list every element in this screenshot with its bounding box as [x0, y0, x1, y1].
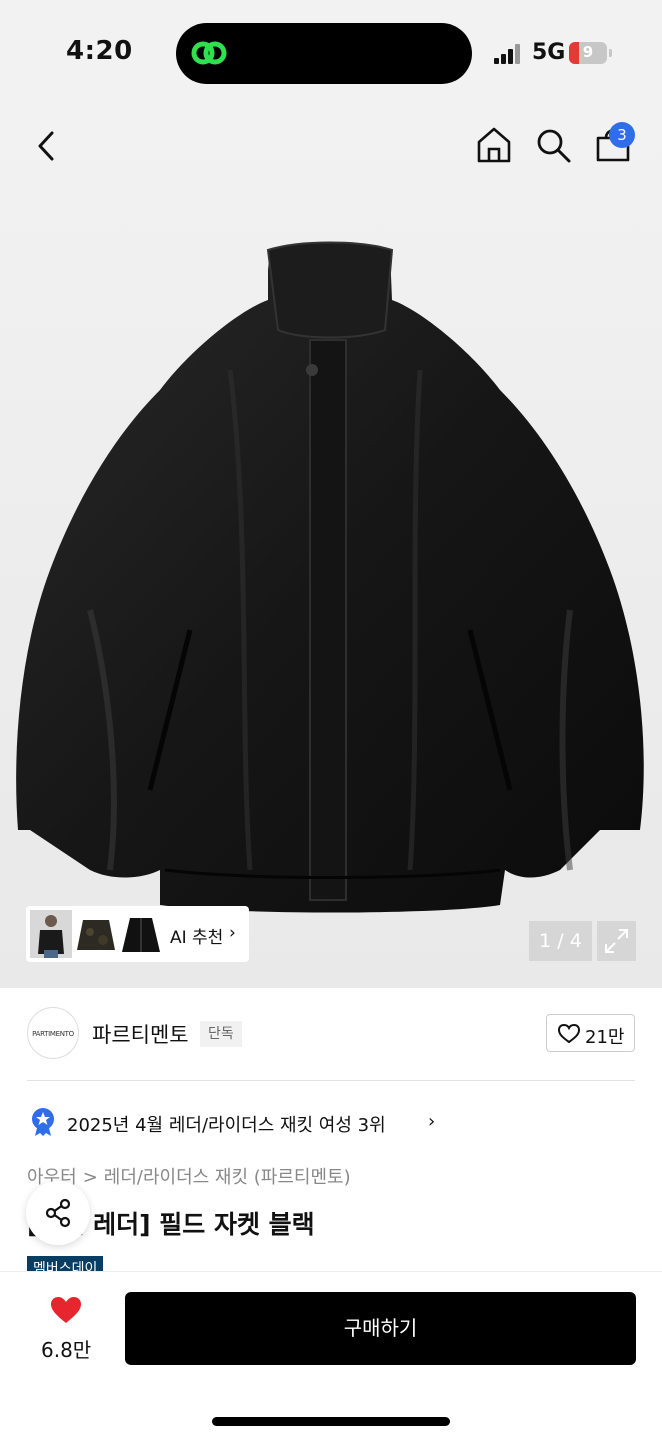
product-image[interactable]	[0, 230, 662, 920]
product-gallery[interactable]: 3 AI 추천 › 1 / 4	[0, 100, 662, 988]
clock: 4:20	[66, 36, 133, 66]
share-icon	[45, 1198, 71, 1228]
breadcrumb: 아우터 > 레더/라이더스 재킷 (파르티멘토)	[27, 1163, 351, 1189]
image-pager: 1 / 4	[529, 921, 592, 961]
bottom-action-bar: 6.8만 구매하기	[0, 1271, 662, 1440]
dynamic-island	[176, 23, 472, 84]
wish-count: 6.8만	[41, 1338, 92, 1362]
thumb-leather-jacket[interactable]	[120, 910, 162, 958]
brand-like-button[interactable]: 21만	[546, 1014, 635, 1052]
thumb-camo-jacket[interactable]	[75, 910, 117, 958]
cart-count-badge[interactable]: 3	[609, 122, 635, 148]
chevron-right-icon: ›	[229, 923, 236, 943]
link-app-icon	[191, 41, 227, 65]
battery-level: 9	[582, 43, 594, 61]
thumb-model[interactable]	[30, 910, 72, 958]
status-bar: 4:20 5G 9	[0, 0, 662, 100]
brand-like-count: 21만	[585, 1027, 625, 1048]
brand-logo[interactable]: PARTIMENTO	[27, 1007, 79, 1059]
network-label: 5G	[532, 40, 566, 65]
brand-name[interactable]: 파르티멘토	[92, 1019, 189, 1049]
ranking-text[interactable]: 2025년 4월 레더/라이더스 재킷 여성 3위	[67, 1111, 386, 1137]
buy-button[interactable]: 구매하기	[125, 1292, 636, 1365]
share-button[interactable]	[26, 1181, 90, 1245]
chevron-right-icon[interactable]: ›	[428, 1111, 435, 1132]
ranking-badge-icon	[32, 1108, 54, 1136]
search-icon[interactable]	[533, 124, 573, 166]
heart-filled-icon[interactable]	[50, 1296, 82, 1324]
ai-recommend-strip[interactable]: AI 추천 ›	[26, 906, 249, 962]
exclusive-badge: 단독	[200, 1021, 242, 1047]
battery-tip	[609, 49, 612, 57]
breadcrumb-subcategory[interactable]: 레더/라이더스 재킷 (파르티멘토)	[104, 1167, 351, 1188]
back-icon[interactable]	[30, 126, 66, 166]
breadcrumb-separator: >	[82, 1167, 98, 1188]
home-icon[interactable]	[474, 124, 514, 166]
signal-icon	[494, 44, 522, 64]
ai-recommend-label[interactable]: AI 추천	[170, 923, 223, 948]
battery-icon: 9	[569, 42, 607, 64]
heart-outline-icon	[558, 1024, 580, 1044]
home-indicator	[212, 1417, 450, 1426]
divider	[27, 1080, 635, 1081]
expand-icon[interactable]	[597, 921, 636, 961]
